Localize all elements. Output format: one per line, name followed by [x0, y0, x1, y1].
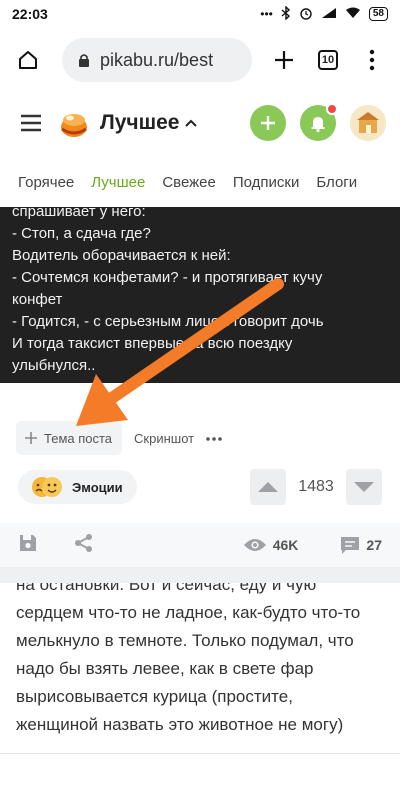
comment-icon: [341, 537, 360, 554]
notification-dot: [326, 103, 338, 115]
tab-count: 10: [318, 50, 338, 70]
arrow-up-icon: [258, 482, 278, 492]
alarm-icon: [299, 6, 313, 23]
tab-fresh[interactable]: Свежее: [162, 174, 216, 191]
more-horiz-icon: [206, 437, 222, 441]
address-bar[interactable]: pikabu.ru/best: [62, 38, 252, 82]
post-text-line: Водитель оборачивается к ней:: [12, 247, 231, 264]
new-tab-button[interactable]: [266, 42, 302, 78]
emotions-button[interactable]: Эмоции: [18, 470, 137, 504]
more-notifications-icon: •••: [260, 7, 273, 21]
feed-separator: [0, 567, 400, 583]
next-post-line: надо бы взять левее, как в свете фар: [16, 659, 314, 678]
tab-subscriptions[interactable]: Подписки: [233, 174, 300, 191]
plus-icon: [261, 116, 275, 130]
next-post-line: женщиной назвать это животное не могу): [16, 715, 344, 734]
post-rating: 1483: [298, 478, 334, 495]
post-tags-row: Тема поста Скриншот: [0, 420, 400, 456]
post-text-line: - Годится, - с серьезным лицом говорит д…: [12, 313, 324, 330]
more-options-button[interactable]: [206, 429, 222, 447]
next-post-line: мелькнуло в темноте. Только подумал, что: [16, 631, 354, 650]
eye-icon: [243, 539, 266, 551]
post-text-line: И тогда таксист впервые за всю поездку: [12, 335, 293, 352]
pikabu-logo-icon: [61, 114, 87, 137]
post-text-line: спрашивает у него:: [12, 207, 146, 220]
tab-best[interactable]: Лучшее: [91, 174, 145, 191]
screenshot-button[interactable]: Скриншот: [134, 431, 194, 446]
next-post-line: вырисовывается курица (простите,: [16, 687, 293, 706]
post-text-line: - Сочтемся конфетами? - и протягивает ку…: [12, 269, 323, 286]
battery-indicator: 58: [368, 7, 388, 21]
pikabu-logo[interactable]: [58, 107, 90, 139]
tabs-button[interactable]: 10: [310, 42, 346, 78]
add-tag-button[interactable]: Тема поста: [16, 421, 123, 455]
status-icons: ••• 58: [260, 4, 388, 23]
chevron-up-icon[interactable]: [185, 114, 198, 132]
wifi-icon: [345, 7, 361, 22]
share-icon: [75, 533, 92, 552]
views-value: 46K: [272, 537, 299, 553]
post-text-line: улыбнулся..: [12, 357, 96, 374]
tab-hot[interactable]: Горячее: [18, 174, 74, 191]
downvote-button[interactable]: [346, 469, 382, 505]
bluetooth-icon: [281, 4, 291, 23]
tab-blogs[interactable]: Блоги: [316, 174, 357, 191]
upvote-button[interactable]: [250, 469, 286, 505]
more-vert-icon: [369, 49, 375, 71]
home-icon: [19, 51, 37, 69]
lock-icon: [79, 54, 89, 67]
browser-menu-button[interactable]: [354, 42, 390, 78]
comments-button[interactable]: 27: [340, 535, 382, 555]
save-icon: [20, 534, 36, 551]
signal-icon: [321, 7, 337, 22]
post-image-text: спрашивает у него: - Стоп, а сдача где? …: [0, 207, 400, 383]
post-text-line: конфет: [12, 291, 63, 308]
avatar-image: [350, 105, 386, 141]
user-avatar[interactable]: [350, 105, 386, 141]
post-actions-row: 46K 27: [0, 523, 400, 567]
next-post-line: на остановки. Вот и сейчас, еду и чую: [16, 583, 317, 594]
hamburger-icon: [21, 114, 41, 132]
next-post-text: на остановки. Вот и сейчас, еду и чую се…: [0, 583, 400, 753]
comments-value: 27: [366, 537, 382, 553]
next-post-line: сердцем что-то не ладное, как-будто что-…: [16, 603, 361, 622]
emoji-faces-icon: [32, 477, 62, 497]
views-count: 46K: [243, 537, 299, 553]
emotions-label: Эмоции: [72, 479, 123, 495]
arrow-down-icon: [354, 482, 374, 492]
save-button[interactable]: [18, 533, 42, 558]
share-button[interactable]: [74, 533, 98, 558]
site-header: Лучшее: [0, 94, 400, 152]
plus-icon: [25, 432, 37, 444]
browser-toolbar: pikabu.ru/best 10: [0, 28, 400, 92]
notifications-button[interactable]: [300, 103, 338, 141]
bell-icon: [311, 117, 325, 132]
home-button[interactable]: [10, 42, 46, 78]
page-title[interactable]: Лучшее: [100, 111, 179, 135]
emotions-rating-row: Эмоции 1483: [0, 468, 400, 506]
bottom-divider: [0, 753, 400, 754]
status-time: 22:03: [12, 6, 48, 22]
status-bar: 22:03 ••• 58: [0, 0, 400, 28]
category-tabs: Горячее Лучшее Свежее Подписки Блоги: [0, 160, 400, 204]
url-text: pikabu.ru/best: [100, 49, 214, 70]
add-post-button[interactable]: [250, 105, 286, 141]
plus-icon: [275, 51, 293, 69]
menu-button[interactable]: [20, 111, 44, 135]
post-text-line: - Стоп, а сдача где?: [12, 225, 151, 242]
add-tag-label: Тема поста: [44, 430, 113, 446]
